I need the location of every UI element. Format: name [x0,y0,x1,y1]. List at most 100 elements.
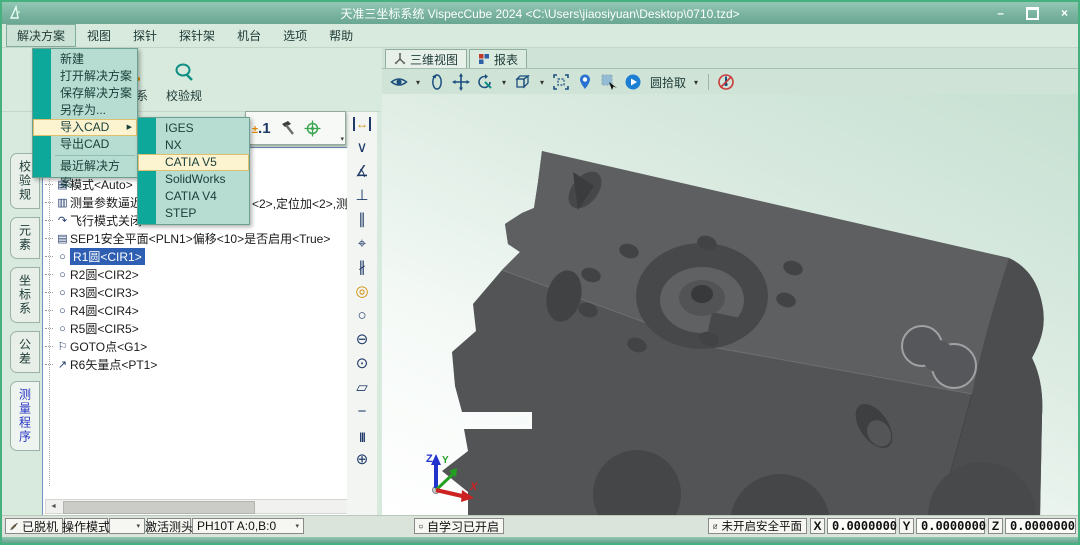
tab-elements[interactable]: 元素 [10,217,40,259]
position-icon[interactable]: ⌖ [347,232,377,256]
align-target-icon[interactable] [304,120,321,137]
toolbar-overflow-icon[interactable]: ▾ [340,136,344,143]
tolerance-toolbar: ↔ ∨ ∡ ⊥ ∥ ⌖ ∦ ◎ ○ ⊖ ⊙ ▱ − ||| ⊕ [347,112,377,518]
self-learn-status[interactable]: 自学习已开启 [414,518,504,534]
menu-item-import-cad[interactable]: 导入CAD ▶ [33,119,137,136]
chevron-down-icon: ▾ [136,522,140,530]
tree-item-circle-r3[interactable]: ○ R3圆<CIR3> [45,284,367,301]
hammer-icon[interactable] [279,120,296,137]
tab-tolerance[interactable]: 公差 [10,331,40,373]
concentricity-icon[interactable]: ◎ [347,280,377,304]
close-icon[interactable]: × [1061,8,1068,18]
tree-item-goto-point[interactable]: ⚐ GOTO点<G1> [45,338,367,355]
offline-status: 已脱机 [5,518,63,534]
chevron-down-icon[interactable]: ▾ [692,73,700,91]
play-run-icon[interactable] [624,73,642,91]
angularity-icon[interactable]: ∦ [347,256,377,280]
distance-icon[interactable]: ↔ [347,112,377,136]
tree-item-circle-r1[interactable]: ○ R1圆<CIR1> [45,248,367,265]
runout-icon[interactable]: ⊙ [347,352,377,376]
tree-horizontal-scrollbar[interactable]: ◄ ► [45,499,367,514]
cylindricity-icon[interactable]: ||| [347,424,377,448]
straightness-icon[interactable]: − [347,400,377,424]
submenu-item-catia-v5[interactable]: CATIA V5 [138,154,249,171]
location-pin-icon[interactable] [576,73,594,91]
tree-item-vector-point[interactable]: ↗ R6矢量点<PT1> [45,356,367,373]
offline-pen-icon [10,520,18,533]
menu-solution[interactable]: 解决方案 [6,24,76,47]
scroll-left-icon[interactable]: ◄ [46,503,61,510]
tab-3d-view[interactable]: 三维视图 [385,49,467,68]
axis-triad: Z Y X [420,450,480,506]
report-icon [478,53,490,65]
box-select-icon[interactable] [600,73,618,91]
import-cad-submenu: IGES NX CATIA V5 SolidWorks CATIA V4 STE… [137,117,250,225]
chevron-down-icon[interactable]: ▾ [538,73,546,91]
tree-item-circle-r2[interactable]: ○ R2圆<CIR2> [45,266,367,283]
3d-canvas[interactable]: Z Y X [382,94,1078,515]
menu-options[interactable]: 选项 [272,24,318,47]
minimize-icon[interactable]: – [997,8,1004,18]
perpendicularity-icon[interactable]: ⊥ [347,184,377,208]
operation-mode-label: 操作模式 [64,518,108,534]
flatness-icon[interactable]: ▱ [347,376,377,400]
safety-plane-icon: ▤ [55,232,70,245]
pan-move-icon[interactable] [452,73,470,91]
safety-plane-status: 未开启安全平面 [708,518,807,534]
menu-item-save-solution[interactable]: 保存解决方案 [33,85,137,102]
scrollbar-thumb[interactable] [63,501,255,514]
circle-icon: ○ [55,269,70,281]
z-axis-label: Z [988,518,1003,534]
visibility-eye-icon[interactable] [390,73,408,91]
menu-item-export-cad[interactable]: 导出CAD [33,136,137,153]
fly-mode-icon: ↷ [55,214,70,227]
z-axis-label: Z [426,453,433,465]
menu-item-open-solution[interactable]: 打开解决方案 [33,68,137,85]
cube-view-icon[interactable] [514,73,532,91]
fit-view-icon[interactable] [552,73,570,91]
tab-report[interactable]: 报表 [469,49,527,68]
tab-coordinate-systems[interactable]: 坐标系 [10,267,40,323]
menu-probe-rack[interactable]: 探针架 [168,24,226,47]
solution-menu: 新建 打开解决方案 保存解决方案 另存为... 导入CAD ▶ 导出CAD 最近… [32,48,138,178]
active-probe-dropdown[interactable]: PH10T A:0,B:0 ▾ [192,518,304,534]
maximize-icon[interactable] [1026,7,1039,20]
decimal-precision-icon[interactable]: ±.1 [252,120,271,137]
symmetry-icon[interactable]: ⊖ [347,328,377,352]
gauge-check-button[interactable]: 校验规 [158,62,210,104]
operation-mode-dropdown[interactable]: ▾ [109,518,145,534]
menu-probe[interactable]: 探针 [122,24,168,47]
submenu-item-catia-v4[interactable]: CATIA V4 [138,188,249,205]
menu-help[interactable]: 帮助 [318,24,364,47]
tree-item-safety-plane[interactable]: ▤ SEP1安全平面<PLN1>偏移<10>是否启用<True> [45,230,367,247]
submenu-item-iges[interactable]: IGES [138,120,249,137]
submenu-item-solidworks[interactable]: SolidWorks [138,171,249,188]
circle-icon: ○ [55,287,70,299]
tree-item-circle-r4[interactable]: ○ R4圆<CIR4> [45,302,367,319]
view-rotate-edit-icon[interactable] [476,73,494,91]
menu-view[interactable]: 视图 [76,24,122,47]
cad-part-model [382,94,1078,515]
menu-machine[interactable]: 机台 [226,24,272,47]
parallelism-icon[interactable]: ∥ [347,208,377,232]
probe-disabled-icon[interactable] [717,73,735,91]
chevron-down-icon[interactable]: ▾ [414,73,422,91]
tree-item-circle-r5[interactable]: ○ R5圆<CIR5> [45,320,367,337]
tab-measure-program[interactable]: 测量程序 [10,381,40,451]
pick-mode-dropdown[interactable]: 圆拾取 [650,74,686,91]
angle-icon[interactable]: ∨ [347,136,377,160]
total-runout-icon[interactable]: ⊕ [347,448,377,472]
submenu-item-step[interactable]: STEP [138,205,249,222]
roundness-icon[interactable]: ○ [347,304,377,328]
chevron-down-icon[interactable]: ▾ [500,73,508,91]
menu-item-recent-solutions[interactable]: 最近解决方案... [33,158,137,175]
menu-item-new[interactable]: 新建 [33,51,137,68]
magnifier-icon [173,62,195,84]
angle-between-icon[interactable]: ∡ [347,160,377,184]
menu-item-save-as[interactable]: 另存为... [33,102,137,119]
active-probe-label: 激活测头 [147,518,191,534]
orbit-rotate-icon[interactable] [428,73,446,91]
y-axis-label: Y [442,455,449,466]
viewport-toolbar: ▾ ▾ ▾ [382,69,1078,95]
submenu-item-nx[interactable]: NX [138,137,249,154]
